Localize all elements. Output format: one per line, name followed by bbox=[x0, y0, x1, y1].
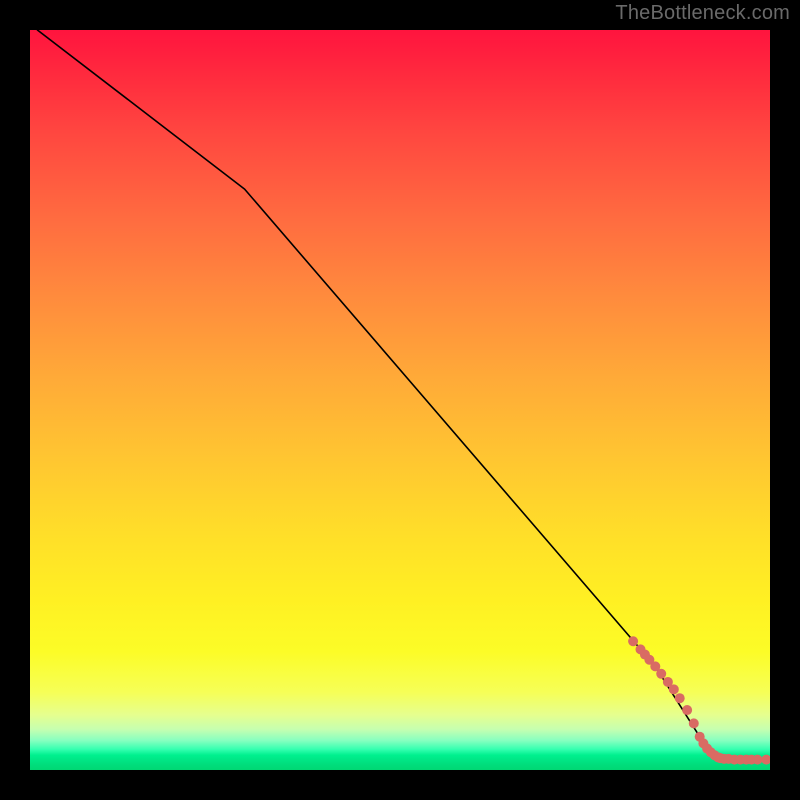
data-marker bbox=[761, 755, 770, 765]
chart-frame: TheBottleneck.com bbox=[0, 0, 800, 800]
data-marker bbox=[689, 718, 699, 728]
data-marker bbox=[675, 693, 685, 703]
data-marker bbox=[628, 636, 638, 646]
data-marker bbox=[669, 684, 679, 694]
watermark-text: TheBottleneck.com bbox=[615, 2, 790, 25]
plot-area bbox=[30, 30, 770, 770]
data-marker bbox=[656, 669, 666, 679]
chart-svg bbox=[30, 30, 770, 770]
data-marker bbox=[682, 705, 692, 715]
marker-group bbox=[628, 636, 770, 764]
data-marker bbox=[752, 755, 762, 765]
curve-line bbox=[37, 30, 770, 760]
